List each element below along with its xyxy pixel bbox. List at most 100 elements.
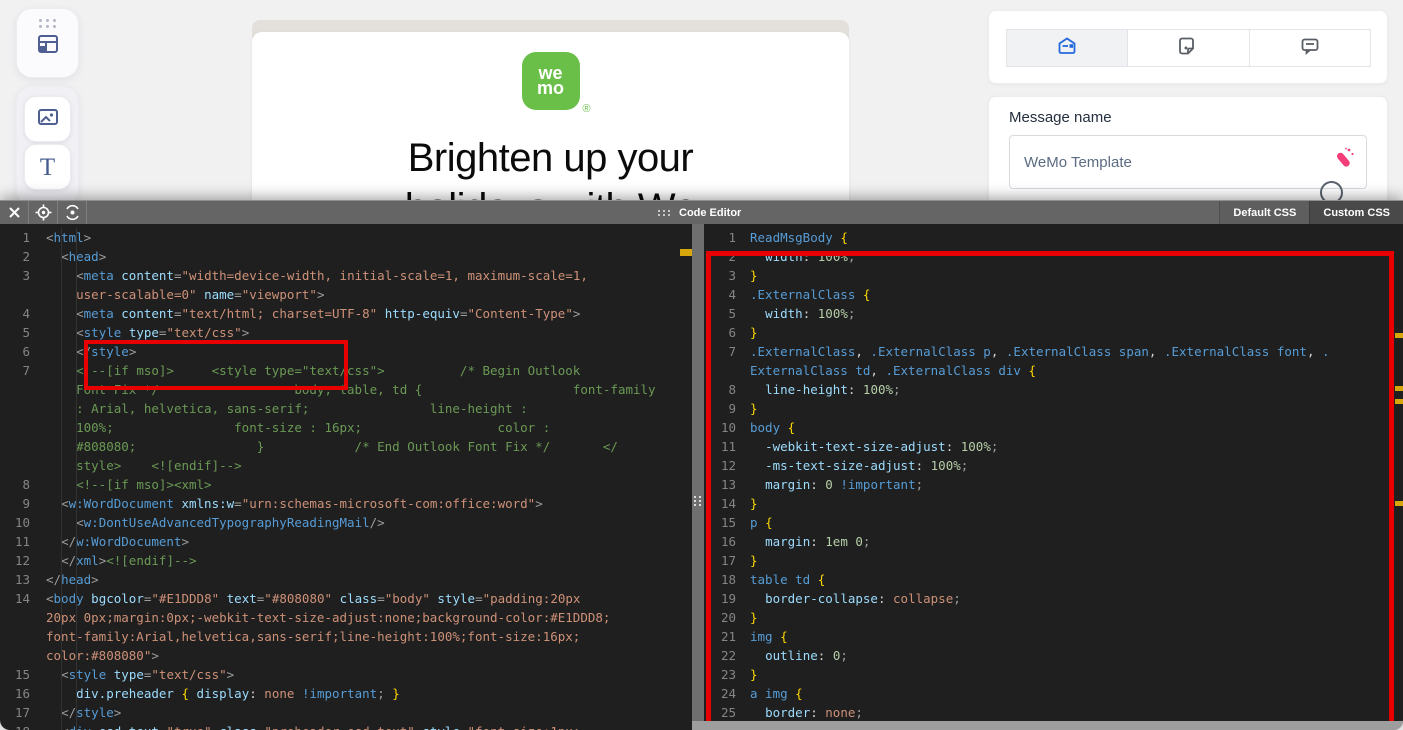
code-row: 4 .ExternalClass { (728, 287, 871, 302)
drag-handle-icon[interactable] (38, 19, 57, 28)
code-row: 22 outline: 0; (720, 648, 848, 663)
overview-ruler-marker (1395, 501, 1403, 506)
overview-ruler-marker (1395, 386, 1403, 391)
custom-css-button[interactable]: Custom CSS (1309, 201, 1403, 224)
code-row: font-family:Arial,helvetica,sans-serif;l… (46, 629, 581, 644)
message-name-input[interactable] (1009, 135, 1367, 189)
layout-structure-icon (17, 28, 78, 63)
code-row: color:#808080"> (46, 648, 159, 663)
locate-target-button[interactable] (29, 201, 57, 224)
code-row: 16 margin: 1em 0; (720, 534, 871, 549)
code-row: 1 ReadMsgBody { (728, 230, 848, 245)
css-code-pane[interactable]: 1 ReadMsgBody { 2 width: 100%; 3} 4 .External… (704, 224, 1403, 730)
code-row: 24 a img { (720, 686, 803, 701)
focus-scope-button[interactable] (58, 201, 86, 224)
code-row: 23} (720, 667, 758, 682)
code-row: 14 <body bgcolor="#E1DDD8" text="#808080"… (14, 591, 581, 606)
registered-mark: ® (582, 103, 591, 115)
code-row: 9} (728, 401, 758, 416)
code-row: 3} (728, 268, 758, 283)
code-row: : Arial, helvetica, sans-serif; line-hei… (76, 401, 528, 416)
overview-ruler-marker (680, 249, 692, 256)
code-editor-header: Code Editor Default CSS Custom CSS (0, 200, 1403, 224)
code-row: 11 </w:WordDocument> (14, 534, 190, 549)
overview-ruler-marker (1395, 333, 1403, 338)
drag-dots-icon (658, 209, 671, 216)
code-row: 10 <w:DontUseAdvancedTypographyReadingMa… (14, 515, 385, 530)
code-editor-drag-title[interactable]: Code Editor (658, 201, 741, 224)
text-tool-glyph: T (39, 153, 56, 181)
email-preview-canvas[interactable]: we mo ® Brighten up your holidays with W… (252, 32, 849, 230)
code-row: 7 <!--[if mso]> <style type="text/css"> … (22, 363, 581, 378)
code-row: 8 <!--[if mso]><xml> (22, 477, 212, 492)
comment-bubble-icon (1299, 35, 1321, 62)
code-row: 18 <div esd-text="true" class="preheader… (0, 722, 692, 730)
email-heading-line1[interactable]: Brighten up your (252, 136, 849, 181)
indent-guide (76, 228, 77, 730)
code-row: 18 table td { (720, 572, 826, 587)
tab-message-settings[interactable] (1007, 30, 1129, 66)
html-code-pane[interactable]: 1 <html> 2 <head> 3 <meta content="width=de… (0, 224, 692, 730)
code-row: 19 border-collapse: collapse; (720, 591, 961, 606)
sticker-tag-icon (1177, 35, 1199, 62)
code-editor-title: Code Editor (679, 206, 742, 219)
divider-grip-icon (694, 496, 702, 506)
code-row: 12 -ms-text-size-adjust: 100%; (720, 458, 969, 473)
code-row: 8 line-height: 100%; (728, 382, 901, 397)
horizontal-scrollbar[interactable] (692, 721, 1403, 730)
code-row: 14} (720, 496, 758, 511)
code-editor-body: 1 <html> 2 <head> 3 <meta content="width=de… (0, 224, 1403, 730)
settings-tabs (1006, 29, 1371, 67)
indent-guide (61, 228, 62, 730)
pane-resize-divider[interactable] (692, 224, 704, 730)
code-row: 21 img { (720, 629, 788, 644)
code-row: 6} (728, 325, 758, 340)
code-row: 2 <head> (22, 249, 107, 264)
code-row: 25 border: none; (720, 705, 863, 720)
code-row: 20} (720, 610, 758, 625)
wemo-logo[interactable]: we mo ® (521, 52, 591, 115)
code-row: style> <![endif]--> (76, 458, 242, 473)
sidebar-modules-card[interactable] (16, 8, 79, 78)
code-row: Font Fix */ body, table, td { font-famil… (76, 382, 656, 397)
code-row: 5 <style type="text/css"> (22, 325, 250, 340)
code-row: 100%; font-size : 16px; color : (76, 420, 551, 435)
tab-comments[interactable] (1249, 30, 1370, 66)
code-row: 1 <html> (22, 230, 92, 245)
code-row: 20px 0px;margin:0px;-webkit-text-size-ad… (46, 610, 611, 625)
code-row: 16 div.preheader { display: none !import… (14, 686, 400, 701)
code-row: 11 -webkit-text-size-adjust: 100%; (720, 439, 999, 454)
code-row: #808080; } /* End Outlook Font Fix */ </ (76, 439, 618, 454)
magic-wand-icon[interactable] (1331, 145, 1357, 176)
message-name-card: Message name (988, 96, 1388, 208)
code-editor-panel: Code Editor Default CSS Custom CSS 1 <htm… (0, 200, 1403, 730)
code-row: 17 </style> (14, 705, 122, 720)
code-row: 7 .ExternalClass, .ExternalClass p, .Exte… (728, 344, 1330, 359)
default-css-button[interactable]: Default CSS (1219, 201, 1310, 224)
settings-tabs-card (988, 10, 1388, 84)
code-row: 15 p { (720, 515, 773, 530)
text-block-button[interactable]: T (24, 144, 71, 190)
code-row: ExternalClass td, .ExternalClass div { (750, 363, 1037, 378)
image-block-button[interactable] (24, 96, 71, 142)
code-row: 17} (720, 553, 758, 568)
code-row: 4 <meta content="text/html; charset=UTF-… (22, 306, 581, 321)
mail-settings-icon (1056, 35, 1078, 62)
code-row: 10 body { (720, 420, 796, 435)
sidebar-blocks-card: T (16, 86, 79, 206)
close-button[interactable] (0, 201, 28, 224)
code-row: 15 <style type="text/css"> (14, 667, 235, 682)
code-row: 2 width: 100%; (728, 249, 856, 264)
code-row: 6 </style> (22, 344, 137, 359)
code-row: 3 <meta content="width=device-width, ini… (22, 268, 588, 283)
code-row: user-scalable=0" name="viewport"> (76, 287, 325, 302)
tab-stickers[interactable] (1128, 30, 1250, 66)
image-icon (36, 105, 60, 134)
code-row: 13 margin: 0 !important; (720, 477, 924, 492)
code-row: 9 <w:WordDocument xmlns:w="urn:schemas-m… (22, 496, 543, 511)
code-row: 12 </xml><![endif]--> (14, 553, 197, 568)
code-row: 13</head> (14, 572, 99, 587)
overview-ruler-marker (1395, 399, 1403, 404)
message-name-label: Message name (1009, 109, 1112, 126)
code-row: 5 width: 100%; (728, 306, 856, 321)
